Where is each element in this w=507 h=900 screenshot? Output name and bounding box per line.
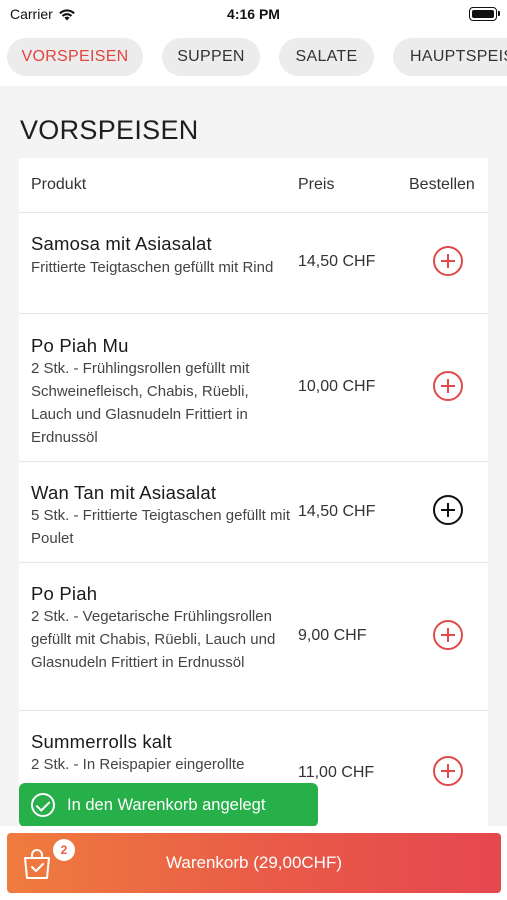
product-price: 9,00 CHF (298, 627, 367, 644)
cart-button[interactable]: 2 Warenkorb (29,00CHF) (7, 833, 501, 893)
section-title: VORSPEISEN (20, 115, 199, 145)
add-to-cart-button[interactable] (433, 246, 463, 276)
product-name: Summerrolls kalt (31, 731, 172, 752)
product-description: 2 Stk. - Frühlingsrollen gefüllt mit Sch… (31, 360, 250, 446)
tab-vorspeisen[interactable]: VORSPEISEN (7, 38, 143, 76)
tab-salate[interactable]: SALATE (279, 38, 374, 76)
toast-message: In den Warenkorb angelegt (67, 795, 266, 814)
product-table: Produkt Preis Bestellen Samosa mit Asias… (19, 158, 488, 858)
add-to-cart-button[interactable] (433, 371, 463, 401)
add-to-cart-button[interactable] (433, 620, 463, 650)
cart-count-badge: 2 (53, 839, 75, 861)
status-bar: Carrier 4:16 PM (0, 0, 507, 30)
product-price: 11,00 CHF (298, 764, 375, 781)
product-price: 14,50 CHF (298, 503, 376, 520)
add-to-cart-button[interactable] (433, 756, 463, 786)
product-price: 10,00 CHF (298, 378, 376, 395)
product-price: 14,50 CHF (298, 253, 376, 270)
tab-suppen[interactable]: SUPPEN (162, 38, 260, 76)
table-row: Wan Tan mit Asiasalat 5 Stk. - Frittiert… (19, 462, 488, 563)
product-description: 5 Stk. - Frittierte Teigtaschen gefüllt … (31, 507, 290, 547)
shopping-bag-icon (24, 849, 50, 879)
cart-label: Warenkorb (29,00CHF) (165, 853, 343, 872)
product-name: Po Piah (31, 583, 98, 604)
table-row: Po Piah Mu 2 Stk. - Frühlingsrollen gefü… (19, 314, 488, 462)
column-header-order: Bestellen (409, 176, 475, 193)
table-row: Po Piah 2 Stk. - Vegetarische Frühlingsr… (19, 563, 488, 711)
category-tabs: VORSPEISEN SUPPEN SALATE HAUPTSPEIS (0, 30, 507, 86)
product-name: Po Piah Mu (31, 335, 129, 356)
added-to-cart-toast: In den Warenkorb angelegt (19, 783, 318, 827)
product-description: 2 Stk. - Vegetarische Frühlingsrollen ge… (31, 608, 276, 671)
tab-hauptspeisen[interactable]: HAUPTSPEIS (393, 38, 507, 76)
table-header: Produkt Preis Bestellen (19, 158, 488, 213)
check-circle-icon (31, 793, 55, 817)
column-header-price: Preis (298, 176, 335, 193)
status-time: 4:16 PM (227, 6, 280, 22)
add-to-cart-button[interactable] (433, 495, 463, 525)
battery-icon (469, 7, 500, 21)
table-row: Samosa mit Asiasalat Frittierte Teigtasc… (19, 213, 488, 314)
product-name: Samosa mit Asiasalat (31, 233, 212, 254)
product-description: Frittierte Teigtaschen gefüllt mit Rind (31, 259, 274, 276)
product-description: 2 Stk. - In Reispapier eingerollte (31, 756, 245, 773)
column-header-product: Produkt (31, 176, 87, 193)
product-name: Wan Tan mit Asiasalat (31, 482, 217, 503)
